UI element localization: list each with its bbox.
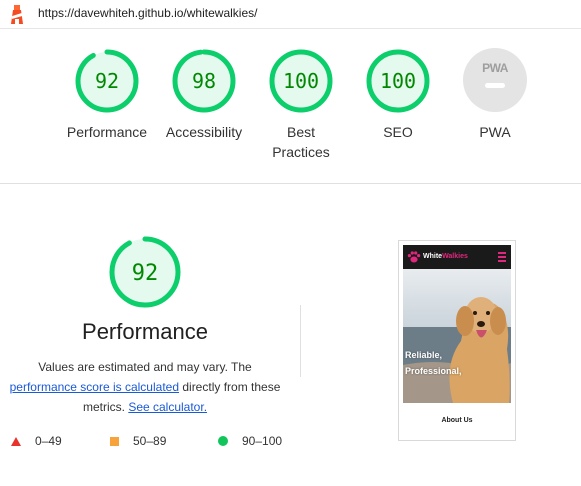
url-bar: https://davewhiteh.github.io/whitewalkie… <box>0 0 581 29</box>
legend-label: 90–100 <box>242 434 283 448</box>
gauge-label: Performance <box>66 124 148 140</box>
gauge-label: SEO <box>383 124 413 140</box>
gauge-score: 100 <box>380 69 416 93</box>
gauge-label: PWA <box>479 124 511 140</box>
pwa-badge-icon: PWA <box>463 48 527 112</box>
red-triangle-icon <box>11 436 21 446</box>
see-calculator-link[interactable]: See calculator. <box>128 400 207 414</box>
brand-white: White <box>423 253 443 260</box>
legend-label: 50–89 <box>133 434 167 448</box>
about-us-heading: About Us <box>441 417 473 424</box>
pwa-badge-text: PWA <box>482 61 508 75</box>
desc-text: directly from these <box>179 380 281 394</box>
performance-score: 92 <box>132 261 159 286</box>
desc-text: Values are estimated and may vary. The <box>38 360 252 374</box>
gauge-seo[interactable]: 100 SEO <box>350 48 446 142</box>
url-text[interactable]: https://davewhiteh.github.io/whitewalkie… <box>38 6 257 20</box>
lighthouse-icon <box>11 5 23 24</box>
gauge-score: 98 <box>192 69 216 93</box>
green-circle-icon <box>218 436 228 446</box>
performance-gauge: 92 <box>109 236 181 308</box>
pwa-dash <box>485 83 505 88</box>
gauge-ring: 92 <box>75 49 139 113</box>
legend-fail: 0–49 <box>11 433 62 449</box>
gauge-score: 100 <box>283 69 319 93</box>
hero-line: Reliable, <box>405 350 443 360</box>
site-brand: WhiteWalkies <box>423 253 468 260</box>
hero-text: Reliable, Professional, <box>405 347 462 379</box>
hero-line: Professional, <box>405 366 462 376</box>
hero-image: Reliable, Professional, <box>403 269 511 403</box>
gauge-best-practices[interactable]: 100 Best Practices <box>253 48 349 162</box>
section-divider <box>0 183 581 184</box>
gauge-label: Best Practices <box>272 124 330 160</box>
gauge-performance[interactable]: 92 Performance <box>59 48 155 142</box>
gauge-score: 92 <box>95 69 119 93</box>
page-screenshot-thumbnail[interactable]: WhiteWalkies Reliable, Professional, Abo… <box>398 240 516 441</box>
brand-pink: Walkies <box>442 253 468 260</box>
paw-logo-icon <box>407 251 421 263</box>
gauge-ring: 100 <box>366 49 430 113</box>
gauge-label: Accessibility <box>165 124 243 140</box>
dog-photo <box>403 269 511 403</box>
site-navbar: WhiteWalkies <box>403 245 511 269</box>
desc-text: metrics. <box>82 400 129 414</box>
vertical-divider <box>300 305 301 377</box>
performance-title: Performance <box>82 319 208 344</box>
gauge-ring: 100 <box>269 49 333 113</box>
gauge-pwa[interactable]: PWA PWA <box>447 48 543 142</box>
hamburger-menu-icon <box>498 252 506 262</box>
orange-square-icon <box>110 436 119 446</box>
gauge-accessibility[interactable]: 98 Accessibility <box>156 48 252 142</box>
performance-description: Values are estimated and may vary. The p… <box>0 357 290 417</box>
score-calculated-link[interactable]: performance score is calculated <box>10 380 179 394</box>
gauge-ring: 98 <box>172 49 236 113</box>
legend-pass: 90–100 <box>218 433 282 449</box>
legend-label: 0–49 <box>35 434 62 448</box>
legend-average: 50–89 <box>110 433 166 449</box>
